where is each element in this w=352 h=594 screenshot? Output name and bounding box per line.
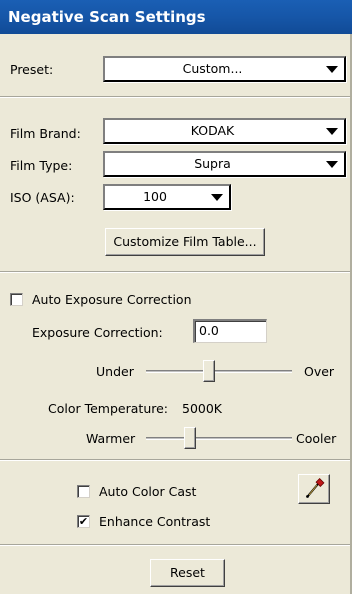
chevron-down-icon bbox=[326, 66, 338, 73]
film-brand-value: KODAK bbox=[190, 123, 235, 138]
preset-value: Custom... bbox=[182, 61, 243, 76]
enhance-contrast-checkbox[interactable]: ✔ bbox=[77, 515, 90, 528]
customize-film-table-button[interactable]: Customize Film Table... bbox=[105, 228, 265, 256]
iso-dropdown[interactable]: 100 bbox=[103, 184, 231, 210]
preset-dropdown[interactable]: Custom... bbox=[103, 56, 346, 82]
separator bbox=[0, 544, 352, 546]
chevron-down-icon bbox=[326, 128, 338, 135]
settings-panel: Preset: Custom... Film Brand: KODAK Film… bbox=[0, 34, 352, 594]
iso-value: 100 bbox=[143, 189, 167, 204]
reset-button[interactable]: Reset bbox=[150, 559, 225, 587]
separator bbox=[0, 459, 352, 461]
exposure-correction-label: Exposure Correction: bbox=[32, 325, 163, 340]
color-temperature-label: Color Temperature: bbox=[48, 401, 169, 416]
iso-label: ISO (ASA): bbox=[10, 190, 75, 205]
film-type-value: Supra bbox=[194, 156, 231, 171]
warmer-label: Warmer bbox=[86, 431, 136, 446]
enhance-contrast-label: Enhance Contrast bbox=[99, 514, 211, 529]
cooler-label: Cooler bbox=[296, 431, 337, 446]
color-temperature-value: 5000K bbox=[182, 401, 223, 416]
separator bbox=[0, 271, 352, 273]
chevron-down-icon bbox=[326, 161, 338, 168]
over-label: Over bbox=[304, 364, 335, 379]
color-picker-button[interactable] bbox=[298, 474, 330, 504]
exposure-slider-track[interactable] bbox=[146, 370, 292, 373]
film-type-dropdown[interactable]: Supra bbox=[103, 151, 346, 177]
chevron-down-icon bbox=[211, 194, 223, 201]
film-brand-label: Film Brand: bbox=[10, 126, 81, 141]
exposure-correction-input[interactable]: 0.0 bbox=[193, 319, 267, 343]
under-label: Under bbox=[96, 364, 134, 379]
auto-exposure-label: Auto Exposure Correction bbox=[32, 292, 192, 307]
separator bbox=[0, 96, 352, 98]
auto-color-cast-label: Auto Color Cast bbox=[99, 484, 197, 499]
preset-label: Preset: bbox=[10, 62, 54, 77]
auto-exposure-checkbox[interactable] bbox=[10, 293, 23, 306]
auto-color-cast-checkbox[interactable] bbox=[77, 485, 90, 498]
window-title: Negative Scan Settings bbox=[0, 0, 352, 34]
color-temp-slider-thumb[interactable] bbox=[183, 427, 196, 449]
exposure-slider-thumb[interactable] bbox=[202, 360, 215, 382]
eyedropper-icon bbox=[306, 478, 325, 498]
film-brand-dropdown[interactable]: KODAK bbox=[103, 118, 346, 144]
color-temp-slider-track[interactable] bbox=[146, 437, 292, 440]
film-type-label: Film Type: bbox=[10, 158, 73, 173]
